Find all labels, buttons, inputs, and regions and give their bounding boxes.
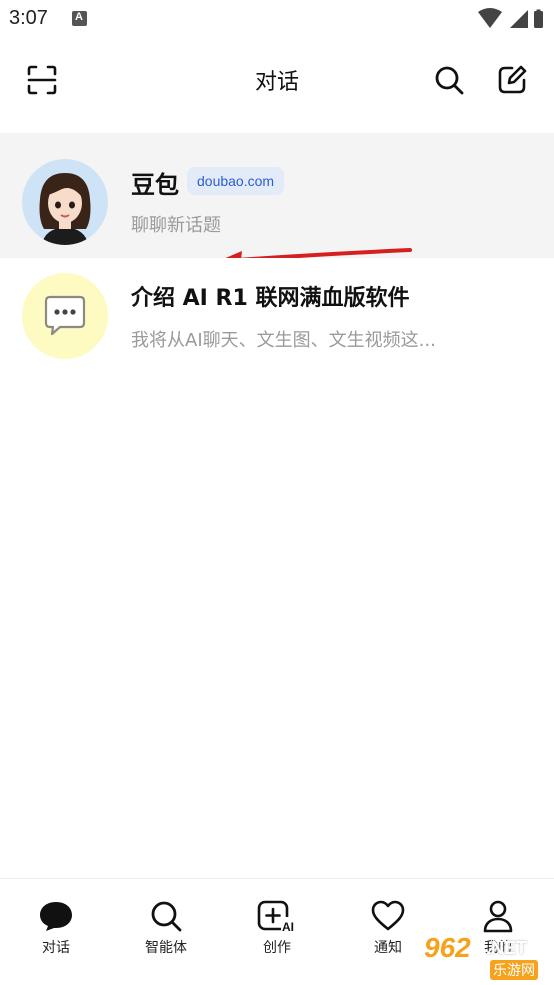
search-icon[interactable] <box>433 64 465 96</box>
search-icon <box>151 901 182 932</box>
notification-a-icon: A <box>72 11 87 26</box>
status-icons <box>478 8 543 28</box>
watermark-number: 962 <box>424 932 471 963</box>
create-ai-icon: AI <box>257 900 297 933</box>
signal-icon <box>510 10 528 28</box>
status-time: 3:07 <box>9 7 48 29</box>
watermark-site: 乐游网 <box>490 960 538 980</box>
conversation-item-doubao[interactable]: 豆包 doubao.com 聊聊新话题 <box>0 133 554 258</box>
tab-create[interactable]: AI 创作 <box>237 899 317 969</box>
tab-label: 对话 <box>42 940 70 956</box>
conversation-name: 豆包 <box>131 171 179 199</box>
watermark-logo: 962 .NET 乐游网 <box>414 932 550 980</box>
conversation-preview: 聊聊新话题 <box>131 215 221 236</box>
conversation-item-ai-r1[interactable]: 介绍 AI R1 联网满血版软件 我将从AI聊天、文生图、文生视频这... <box>0 258 554 383</box>
tab-label: 智能体 <box>145 940 187 956</box>
new-chat-icon[interactable] <box>496 64 528 96</box>
doubao-url-badge: doubao.com <box>187 167 285 195</box>
svg-text:AI: AI <box>282 920 294 933</box>
user-icon <box>483 900 513 933</box>
conversation-name: 介绍 AI R1 联网满血版软件 <box>131 286 410 311</box>
battery-icon <box>534 11 543 28</box>
tab-agents[interactable]: 智能体 <box>126 899 206 969</box>
conversation-preview: 我将从AI聊天、文生图、文生视频这... <box>131 330 436 351</box>
tab-chat[interactable]: 对话 <box>16 899 96 969</box>
wifi-icon <box>478 8 502 28</box>
chat-icon <box>40 902 72 931</box>
chat-bubble-icon <box>44 295 86 336</box>
page-title: 对话 <box>254 70 299 95</box>
status-bar: 3:07 A <box>0 0 554 38</box>
top-app-bar: 对话 <box>0 48 554 112</box>
watermark-net: .NET <box>486 938 528 958</box>
heart-icon <box>371 900 405 931</box>
doubao-avatar <box>22 159 108 245</box>
tab-label: 创作 <box>263 940 291 956</box>
chat-bubble-avatar <box>22 273 108 359</box>
